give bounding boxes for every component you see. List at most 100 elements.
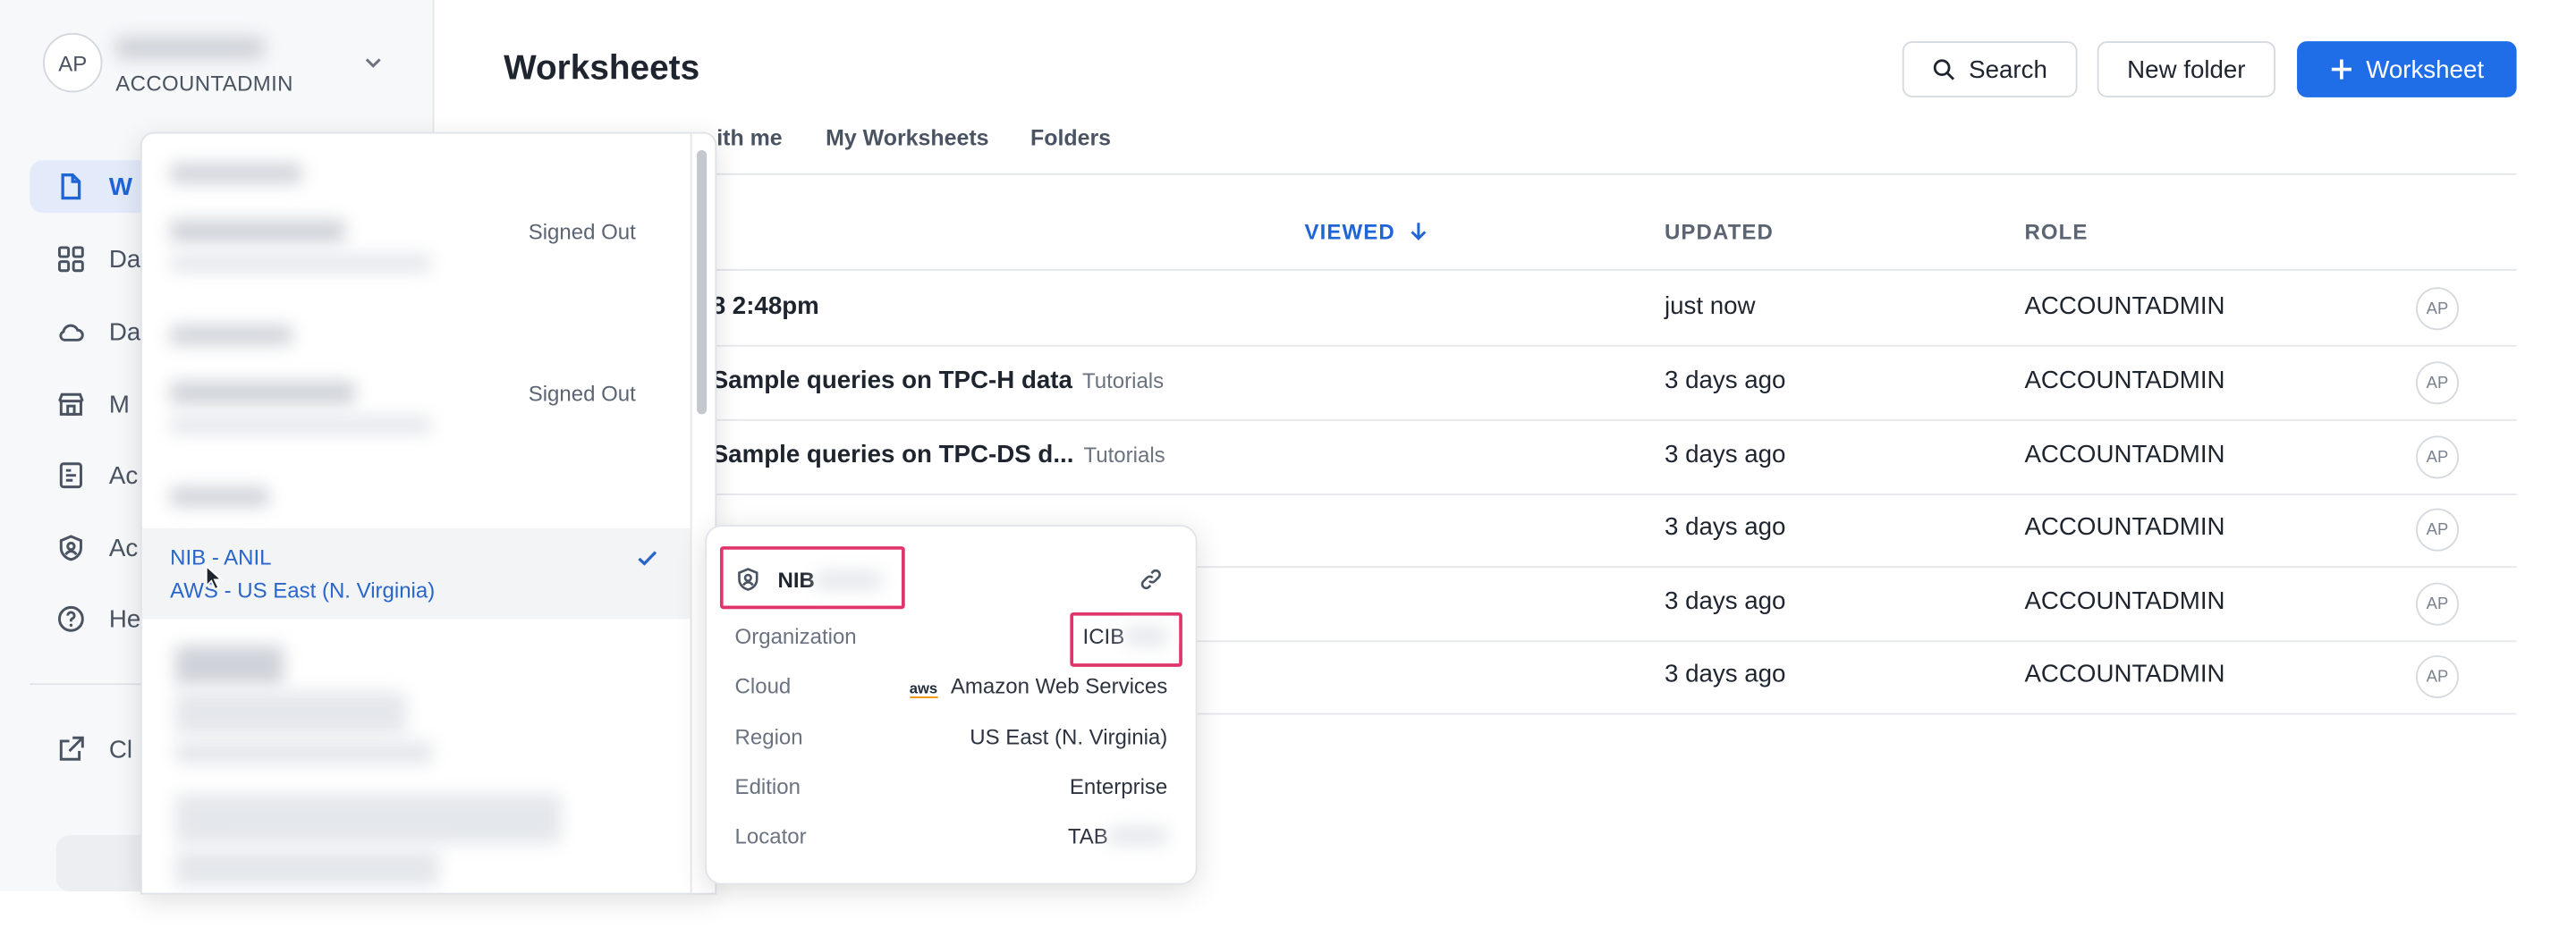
account-option-redacted[interactable] (174, 794, 562, 844)
locator-redacted (1107, 826, 1168, 846)
account-username-redacted (115, 36, 265, 60)
aws-logo-icon: aws (909, 679, 938, 698)
worksheet-name: 8 2:48pm (711, 291, 819, 321)
worksheet-name: Sample queries on TPC-DS d... Tutorials (712, 441, 1165, 468)
sidebar-item-label: Ac (108, 461, 139, 490)
sidebar-item-label: Ac (108, 534, 139, 562)
account-option[interactable]: Signed Out (142, 361, 691, 443)
app-window: AP ACCOUNTADMIN W Da Da M Ac Ac He Cl Wo… (0, 0, 2576, 928)
table-row[interactable]: 8 2:48pm just now ACCOUNTADMIN AP (504, 271, 2517, 347)
account-option[interactable]: Signed Out (142, 199, 691, 282)
updated-cell: 3 days ago (1664, 513, 1786, 542)
worksheet-folder-tag: Tutorials (1083, 442, 1165, 468)
account-avatar[interactable]: AP (43, 32, 103, 93)
updated-cell: 3 days ago (1664, 660, 1786, 688)
owner-avatar: AP (2415, 435, 2459, 479)
field-value-cloud: aws Amazon Web Services (909, 673, 1168, 698)
store-icon (58, 392, 84, 416)
chevron-down-icon[interactable] (360, 49, 386, 76)
worksheet-name-text: Sample queries on TPC-H data (711, 366, 1072, 395)
worksheet-folder-tag: Tutorials (1081, 367, 1165, 393)
page-title: Worksheets (504, 49, 700, 88)
cloud-value-text: Amazon Web Services (950, 673, 1168, 698)
account-option-redacted[interactable] (174, 645, 284, 686)
field-label-cloud: Cloud (734, 673, 792, 698)
sidebar-item-label: Cl (108, 735, 133, 763)
table-row[interactable]: Sample queries on TPC-DS d... Tutorials 3… (504, 419, 2517, 495)
scrollbar-thumb[interactable] (697, 150, 708, 415)
cloud-icon (59, 324, 84, 342)
owner-avatar: AP (2415, 287, 2459, 331)
role-cell: ACCOUNTADMIN (2024, 366, 2225, 395)
list-icon (59, 462, 82, 489)
scrollbar-track (690, 133, 692, 893)
checkmark-icon (638, 551, 657, 566)
column-header-role[interactable]: ROLE (2024, 220, 2088, 245)
account-option-region-redacted (170, 254, 431, 273)
account-switcher-menu: Signed Out Signed Out NIB - ANIL AWS - U… (140, 131, 717, 895)
column-header-label: VIEWED (1304, 219, 1395, 245)
owner-avatar: AP (2415, 508, 2459, 552)
field-label-organization: Organization (734, 623, 857, 649)
field-value-locator: TAB (1067, 823, 1168, 848)
arrow-down-icon (1411, 223, 1427, 240)
org-header-redacted (170, 486, 269, 507)
organization-value-text: ICIB (1082, 623, 1125, 649)
role-cell: ACCOUNTADMIN (2024, 291, 2225, 321)
tab-shared-with-me[interactable]: ith me (716, 125, 782, 150)
organization-redacted (1124, 627, 1168, 645)
new-worksheet-button-label: Worksheet (2366, 55, 2485, 84)
role-cell: ACCOUNTADMIN (2024, 440, 2225, 469)
sidebar-item-label: Da (108, 245, 141, 274)
worksheet-name: Sample queries on TPC-H data Tutorials (712, 367, 1164, 394)
grid-icon (57, 246, 84, 273)
new-worksheet-button[interactable]: Worksheet (2297, 41, 2517, 97)
external-link-icon (59, 736, 84, 761)
help-icon (57, 605, 84, 632)
document-icon (61, 173, 81, 200)
account-option-redacted[interactable] (174, 691, 407, 735)
role-cell: ACCOUNTADMIN (2024, 660, 2225, 688)
field-label-region: Region (734, 724, 803, 750)
field-value-edition: Enterprise (1069, 773, 1168, 799)
tab-my-worksheets[interactable]: My Worksheets (826, 125, 988, 150)
role-cell: ACCOUNTADMIN (2024, 587, 2225, 616)
owner-avatar: AP (2415, 582, 2459, 626)
column-header-updated[interactable]: UPDATED (1665, 220, 1774, 245)
sidebar-item-label: W (108, 172, 133, 201)
account-role: ACCOUNTADMIN (115, 71, 293, 97)
account-option-name-redacted (170, 381, 355, 405)
updated-cell: just now (1664, 291, 1756, 321)
highlight-box (719, 546, 905, 610)
sidebar-item-label: M (108, 390, 130, 419)
table-row[interactable]: Sample queries on TPC-H data Tutorials 3 … (504, 345, 2517, 421)
search-button-label: Search (1969, 55, 2047, 84)
new-folder-button[interactable]: New folder (2097, 41, 2276, 97)
search-button[interactable]: Search (1902, 41, 2078, 97)
account-option-redacted[interactable] (174, 740, 433, 764)
search-icon (1934, 59, 1955, 80)
org-header-redacted (170, 163, 302, 183)
role-cell: ACCOUNTADMIN (2024, 513, 2225, 542)
worksheet-name-text: Sample queries on TPC-DS d... (711, 440, 1074, 469)
org-header-redacted (170, 325, 292, 345)
shield-user-icon (59, 535, 82, 561)
sidebar-item-label: Da (108, 317, 141, 346)
plus-icon (2331, 59, 2351, 80)
locator-value-text: TAB (1067, 823, 1108, 848)
updated-cell: 3 days ago (1664, 440, 1786, 469)
owner-avatar: AP (2415, 361, 2459, 405)
account-option-selected[interactable]: NIB - ANIL AWS - US East (N. Virginia) (141, 527, 691, 620)
account-option-redacted[interactable] (174, 849, 440, 887)
updated-cell: 3 days ago (1664, 587, 1786, 616)
field-value-region: US East (N. Virginia) (970, 724, 1168, 750)
column-header-viewed[interactable]: VIEWED (1304, 219, 1428, 245)
owner-avatar: AP (2415, 654, 2459, 698)
link-icon[interactable] (1140, 568, 1163, 591)
field-label-edition: Edition (734, 773, 801, 799)
mouse-cursor-icon (205, 564, 224, 591)
tab-folders[interactable]: Folders (1030, 125, 1111, 150)
signed-out-label: Signed Out (528, 381, 636, 407)
updated-cell: 3 days ago (1664, 366, 1786, 395)
tabs-divider (504, 173, 2517, 175)
